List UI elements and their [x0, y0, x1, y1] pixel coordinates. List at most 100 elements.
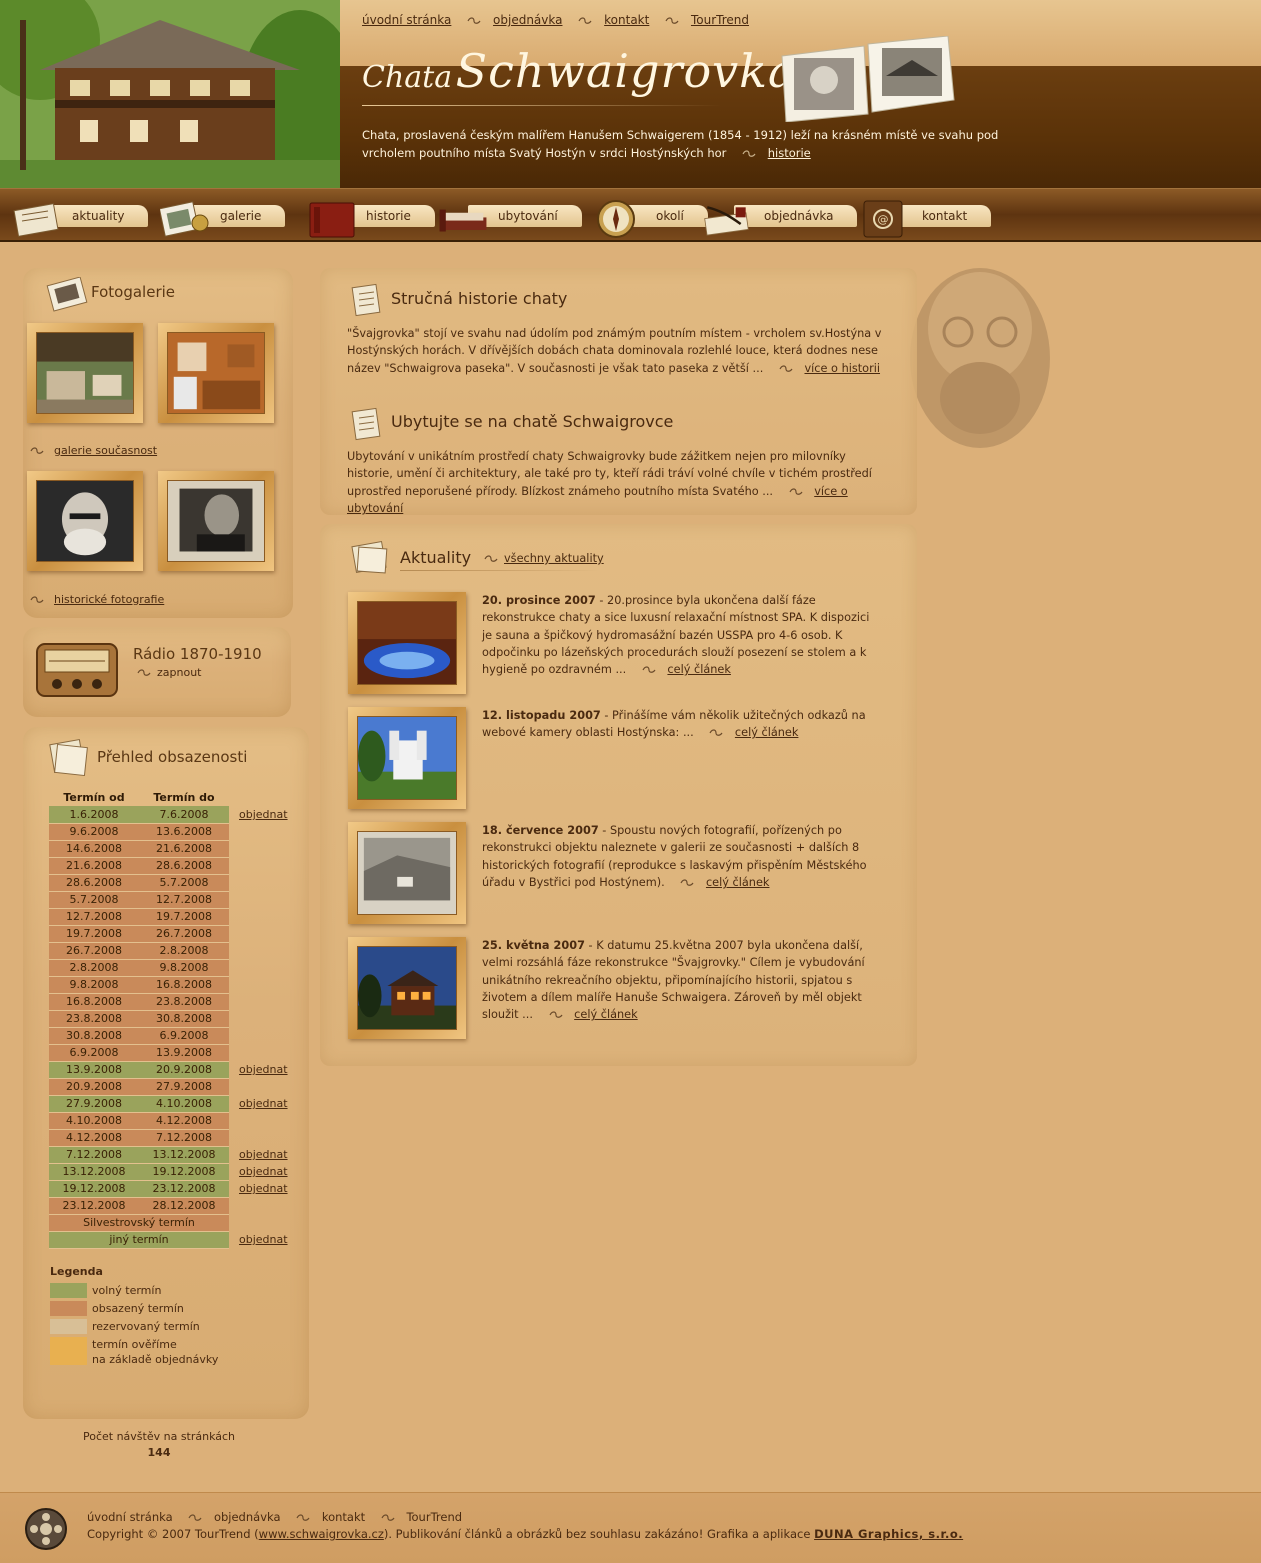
- main-navigation: aktuality galerie historie ubytování oko…: [0, 188, 1261, 242]
- table-row: 19.7.2008 26.7.2008: [49, 925, 288, 943]
- scroll-icon: [351, 407, 381, 441]
- news-all-link[interactable]: všechny aktuality: [504, 552, 604, 565]
- curl-arrow-icon: [188, 1513, 202, 1522]
- news-date: 18. července 2007: [482, 824, 599, 837]
- order-link[interactable]: objednat: [239, 1063, 288, 1076]
- term-from: 13.9.2008: [49, 1061, 139, 1079]
- news-item: 18. července 2007 - Spoustu nových fotog…: [348, 822, 918, 932]
- visit-counter-value: 144: [147, 1446, 171, 1459]
- term-from: 27.9.2008: [49, 1095, 139, 1113]
- order-link[interactable]: objednat: [239, 1165, 288, 1178]
- photo-stack-icon: [46, 277, 88, 312]
- top-nav-home[interactable]: úvodní stránka: [362, 13, 451, 27]
- term-from: 21.6.2008: [49, 857, 139, 875]
- historic-photos-link-row: historické fotografie: [30, 593, 164, 606]
- copyright-url-link[interactable]: www.schwaigrovka.cz: [259, 1527, 384, 1541]
- footer-nav-contact[interactable]: kontakt: [322, 1510, 365, 1524]
- term-from: 23.8.2008: [49, 1010, 139, 1028]
- term-to: 20.9.2008: [139, 1061, 229, 1079]
- term-to: 23.12.2008: [139, 1180, 229, 1198]
- term-to: 13.9.2008: [139, 1044, 229, 1062]
- news-read-more-link[interactable]: celý článek: [574, 1008, 638, 1021]
- top-nav-order[interactable]: objednávka: [493, 13, 562, 27]
- curl-arrow-icon: [30, 447, 44, 455]
- term-to: 28.6.2008: [139, 857, 229, 875]
- order-link[interactable]: objednat: [239, 1097, 288, 1110]
- column-header-from: Termín od: [63, 791, 125, 804]
- logo-big: Schwaigrovka: [455, 44, 797, 98]
- term-from: 12.7.2008: [49, 908, 139, 926]
- table-row: jiný termín objednat: [49, 1231, 288, 1249]
- site-logo[interactable]: Chata Schwaigrovka: [362, 44, 796, 98]
- term-to: 19.7.2008: [139, 908, 229, 926]
- papers-icon: [49, 739, 88, 776]
- term-from: 19.12.2008: [49, 1180, 139, 1198]
- historic-photo-portrait-2[interactable]: [158, 471, 274, 571]
- photo-album-icon: [781, 36, 955, 122]
- historic-photos-link[interactable]: historické fotografie: [54, 593, 164, 606]
- term-to: 23.8.2008: [139, 993, 229, 1011]
- order-link[interactable]: objednat: [239, 808, 288, 821]
- footer-nav-order[interactable]: objednávka: [214, 1510, 281, 1524]
- history-more-link[interactable]: více o historii: [804, 362, 880, 375]
- legend-label-busy: obsazený termín: [92, 1302, 184, 1315]
- curl-arrow-icon: [30, 596, 44, 604]
- term-from: 4.12.2008: [49, 1129, 139, 1147]
- term-to: 9.8.2008: [139, 959, 229, 977]
- news-title-underline: [400, 570, 600, 571]
- table-row: 1.6.2008 7.6.2008 objednat: [49, 806, 288, 824]
- order-link[interactable]: objednat: [239, 1233, 288, 1246]
- table-row: 2.8.2008 9.8.2008: [49, 959, 288, 977]
- table-row: 9.8.2008 16.8.2008: [49, 976, 288, 994]
- news-photo-historic[interactable]: [348, 822, 466, 924]
- footer-navigation: úvodní stránka objednávka kontakt TourTr…: [87, 1510, 462, 1524]
- table-row: 4.12.2008 7.12.2008: [49, 1129, 288, 1147]
- newspaper-icon: [13, 203, 59, 237]
- table-row: 21.6.2008 28.6.2008: [49, 857, 288, 875]
- news-read-more-link[interactable]: celý článek: [706, 876, 770, 889]
- order-link[interactable]: objednat: [239, 1148, 288, 1161]
- term-to: 13.6.2008: [139, 823, 229, 841]
- newspaper-icon: [351, 541, 388, 574]
- radio-play-row: zapnout: [137, 666, 201, 679]
- news-date: 25. května 2007: [482, 939, 585, 952]
- gallery-photo-terrace[interactable]: [27, 323, 143, 423]
- term-from: 20.9.2008: [49, 1078, 139, 1096]
- footer-nav-tourtrend[interactable]: TourTrend: [406, 1510, 462, 1524]
- term-to: 7.6.2008: [139, 806, 229, 824]
- author-link[interactable]: DUNA Graphics, s.r.o.: [814, 1527, 963, 1541]
- news-photo-church[interactable]: [348, 707, 466, 809]
- term-to: 19.12.2008: [139, 1163, 229, 1181]
- legend-label-verify-2: na základě objednávky: [92, 1353, 219, 1366]
- term-from: 16.8.2008: [49, 993, 139, 1011]
- news-read-more-link[interactable]: celý článek: [735, 726, 799, 739]
- history-text: "Švajgrovka" stojí ve svahu nad údolím p…: [347, 327, 882, 375]
- curl-arrow-icon: [137, 669, 151, 677]
- intro-history-link[interactable]: historie: [768, 146, 811, 160]
- curl-arrow-icon: [742, 149, 756, 158]
- special-term: jiný termín: [49, 1231, 229, 1249]
- curl-arrow-icon: [484, 555, 498, 563]
- photos-icon: [160, 201, 209, 237]
- term-from: 1.6.2008: [49, 806, 139, 824]
- radio-icon[interactable]: [35, 640, 121, 702]
- news-photo-night[interactable]: [348, 937, 466, 1039]
- historic-photo-portrait-1[interactable]: [27, 471, 143, 571]
- table-row: 9.6.2008 13.6.2008: [49, 823, 288, 841]
- gallery-photo-kitchen[interactable]: [158, 323, 274, 423]
- legend-swatch-verify: [50, 1337, 87, 1365]
- radio-play-link[interactable]: zapnout: [157, 666, 201, 679]
- gallery-current-link[interactable]: galerie současnost: [54, 444, 157, 457]
- term-to: 2.8.2008: [139, 942, 229, 960]
- news-photo-spa[interactable]: [348, 592, 466, 694]
- table-row: 28.6.2008 5.7.2008: [49, 874, 288, 892]
- order-link[interactable]: objednat: [239, 1182, 288, 1195]
- top-nav-tourtrend[interactable]: TourTrend: [691, 13, 749, 27]
- footer-nav-home[interactable]: úvodní stránka: [87, 1510, 173, 1524]
- svg-text:@: @: [878, 213, 889, 226]
- curl-arrow-icon: [578, 16, 592, 25]
- term-from: 26.7.2008: [49, 942, 139, 960]
- top-nav-contact[interactable]: kontakt: [604, 13, 649, 27]
- news-read-more-link[interactable]: celý článek: [667, 663, 731, 676]
- curl-arrow-icon: [467, 16, 481, 25]
